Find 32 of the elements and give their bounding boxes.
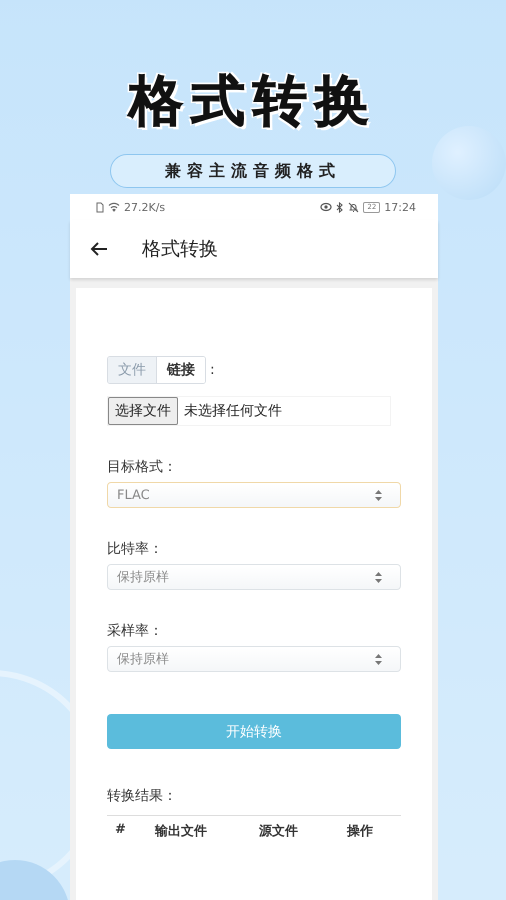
field-label: 目标格式： — [107, 458, 178, 476]
colon-label: : — [210, 362, 215, 378]
sim-card-icon — [96, 202, 104, 212]
sort-arrows-icon — [375, 490, 382, 500]
back-arrow-icon — [90, 241, 108, 257]
eye-icon — [320, 202, 332, 212]
source-tab[interactable]: 链接 — [156, 357, 205, 383]
column-header: 源文件 — [258, 822, 299, 840]
column-header: # — [114, 822, 127, 839]
promo-title: 格式转换 — [129, 68, 377, 134]
promo-subtitle: 兼容主流音频格式 — [110, 154, 396, 188]
column-header: 操作 — [346, 823, 374, 840]
column-header: 输出文件 — [154, 822, 208, 840]
screen-title: 格式转换 — [142, 237, 218, 262]
field-label: 比特率： — [107, 540, 164, 558]
field-label: 采样率： — [107, 622, 164, 640]
sort-arrows-icon — [375, 654, 382, 664]
select-field[interactable]: 保持原样 — [107, 564, 401, 590]
select-field[interactable]: 保持原样 — [107, 646, 401, 672]
select-field[interactable]: FLAC — [107, 482, 401, 508]
results-label: 转换结果： — [107, 787, 177, 805]
file-status: 未选择任何文件 — [184, 402, 282, 420]
clock: 17:24 — [384, 200, 416, 214]
file-input[interactable]: 选择文件 未选择任何文件 — [107, 396, 391, 426]
source-tab[interactable]: 文件 — [108, 357, 156, 383]
start-convert-button[interactable]: 开始转换 — [107, 714, 401, 749]
wifi-icon — [108, 202, 120, 212]
network-speed: 27.2K/s — [124, 200, 166, 214]
bluetooth-icon — [336, 202, 344, 212]
sort-arrows-icon — [375, 572, 382, 582]
bell-off-icon — [348, 202, 360, 212]
choose-file-button[interactable]: 选择文件 — [108, 397, 178, 425]
